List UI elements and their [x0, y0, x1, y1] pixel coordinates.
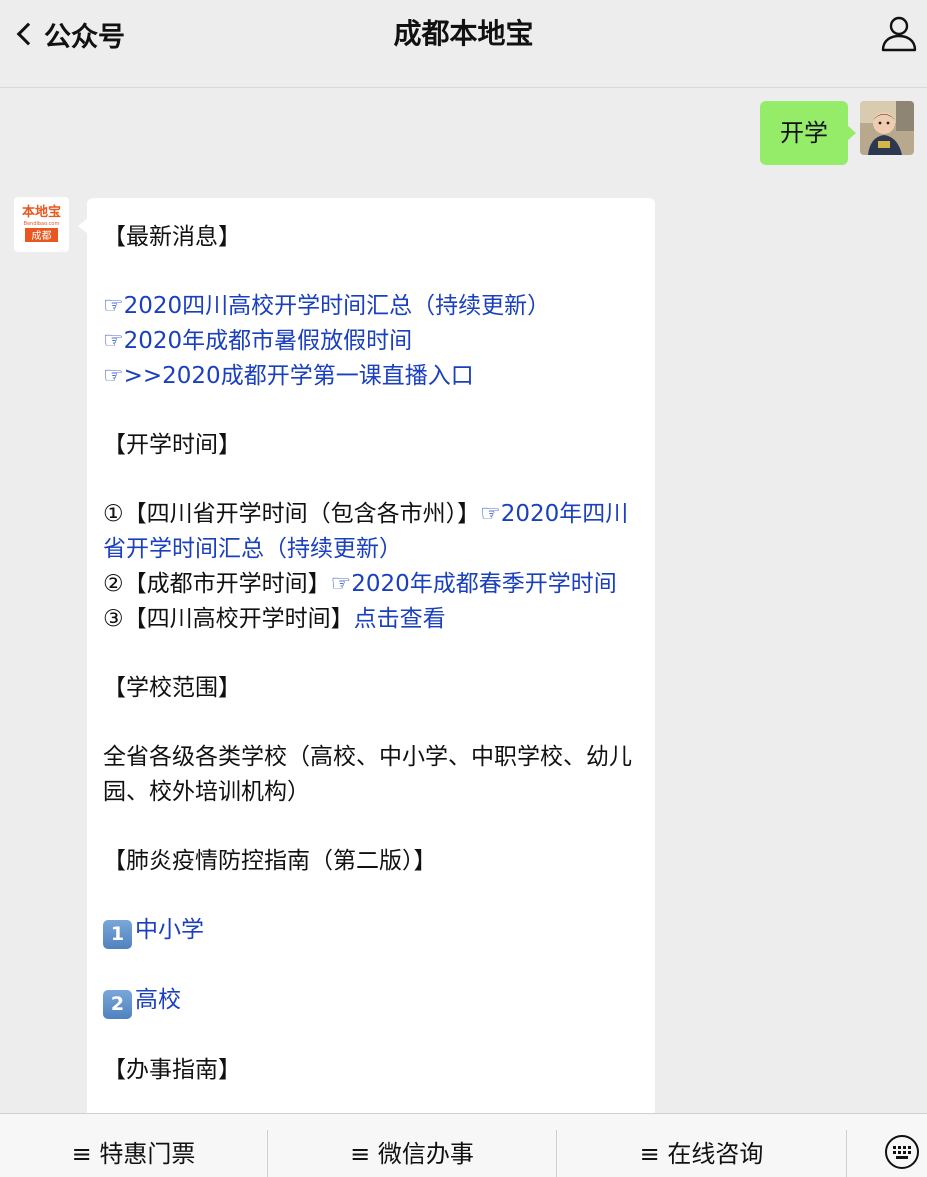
- keyboard-icon: [885, 1135, 919, 1169]
- link-colleges[interactable]: 高校: [135, 987, 181, 1013]
- menu-discount-tickets[interactable]: ≡ 特惠门票: [0, 1114, 267, 1177]
- bottom-menu-bar: ≡ 特惠门票 ≡ 微信办事 ≡ 在线咨询: [0, 1113, 927, 1177]
- logo-text-city: 成都: [32, 230, 52, 242]
- page-title: 成都本地宝: [393, 17, 534, 50]
- keyboard-toggle-button[interactable]: [884, 1134, 920, 1170]
- section-heading-time: 【开学时间】: [103, 432, 241, 458]
- keycap-1-icon: 1: [103, 920, 132, 949]
- logo-text-main: 本地宝: [22, 204, 61, 220]
- section-heading-affairs: 【办事指南】: [103, 1057, 241, 1083]
- profile-button[interactable]: [877, 12, 921, 56]
- link-primary-secondary-schools[interactable]: 中小学: [135, 917, 204, 943]
- link-first-lesson-live[interactable]: ☞>>2020成都开学第一课直播入口: [103, 359, 639, 394]
- person-icon: [881, 16, 917, 52]
- bot-message-bubble[interactable]: 【最新消息】 ☞2020四川高校开学时间汇总（持续更新） ☞2020年成都市暑假…: [78, 198, 655, 1113]
- bendibao-logo: 本地宝 Bendibao.com 成都: [14, 197, 69, 252]
- guide-item-colleges[interactable]: 2 高校: [103, 983, 639, 1019]
- link-chengdu-spring-schedule[interactable]: ☞2020年成都春季开学时间: [331, 571, 617, 597]
- section-heading-scope: 【学校范围】: [103, 675, 241, 701]
- menu-wechat-services[interactable]: ≡ 微信办事: [268, 1114, 556, 1177]
- link-chengdu-summer-vacation[interactable]: ☞2020年成都市暑假放假时间: [103, 324, 639, 359]
- item1-prefix: ①【四川省开学时间（包含各市州）】: [103, 501, 481, 527]
- keycap-2-icon: 2: [103, 990, 132, 1019]
- scope-text: 全省各级各类学校（高校、中小学、中职学校、幼儿园、校外培训机构）: [103, 744, 632, 805]
- guide-item-primary[interactable]: 1 中小学: [103, 913, 639, 949]
- nav-header: 公众号 成都本地宝: [0, 0, 927, 88]
- child-photo-avatar: [860, 101, 914, 155]
- item3-prefix: ③【四川高校开学时间】: [103, 606, 354, 632]
- link-view-details[interactable]: 点击查看: [354, 606, 446, 632]
- item-chengdu-city: ②【成都市开学时间】☞2020年成都春季开学时间: [103, 567, 639, 602]
- logo-text-domain: Bendibao.com: [24, 221, 60, 227]
- item-sichuan-colleges: ③【四川高校开学时间】点击查看: [103, 602, 639, 637]
- user-message-text: 开学: [780, 119, 828, 147]
- section-heading-latest: 【最新消息】: [103, 224, 241, 250]
- link-sichuan-colleges-schedule[interactable]: ☞2020四川高校开学时间汇总（持续更新）: [103, 289, 639, 324]
- user-message-bubble[interactable]: 开学: [760, 101, 856, 165]
- user-avatar[interactable]: [860, 101, 914, 155]
- menu-online-consult[interactable]: ≡ 在线咨询: [557, 1114, 846, 1177]
- menu-divider: [846, 1130, 847, 1177]
- item2-prefix: ②【成都市开学时间】: [103, 571, 331, 597]
- bot-avatar[interactable]: 本地宝 Bendibao.com 成都: [14, 197, 69, 252]
- chat-area[interactable]: 开学 本地宝 Bendibao.com 成都 【最新消息】 ☞2020四川高校开…: [0, 89, 927, 1113]
- item-sichuan-province: ①【四川省开学时间（包含各市州）】☞2020年四川省开学时间汇总（持续更新）: [103, 497, 639, 567]
- section-heading-guide: 【肺炎疫情防控指南（第二版）】: [103, 848, 437, 874]
